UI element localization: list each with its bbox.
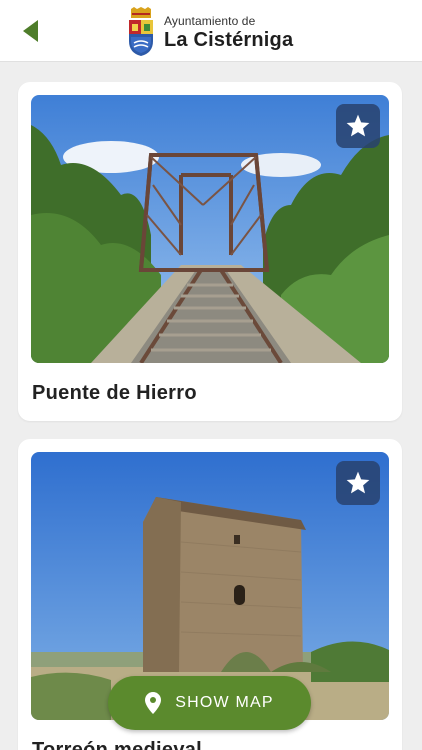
star-icon (346, 114, 370, 137)
map-pin-icon (145, 692, 162, 714)
show-map-button[interactable]: SHOW MAP (108, 676, 311, 730)
brand-subtitle: Ayuntamiento de (164, 13, 256, 28)
app-header: Ayuntamiento de La Cistérniga (0, 0, 422, 62)
places-list[interactable]: Puente de Hierro Torreón medieval (0, 62, 422, 750)
town-logo: Ayuntamiento de La Cistérniga (126, 6, 293, 58)
back-arrow-icon (23, 20, 38, 42)
favorite-button[interactable] (336, 104, 380, 148)
favorite-button[interactable] (336, 461, 380, 505)
place-title: Puente de Hierro (32, 382, 197, 404)
coat-of-arms-icon (129, 7, 153, 56)
place-card[interactable]: Puente de Hierro (18, 82, 402, 421)
back-button[interactable] (14, 14, 48, 48)
show-map-label: SHOW MAP (175, 694, 274, 711)
star-icon (346, 471, 370, 494)
brand-title: La Cistérniga (164, 28, 294, 51)
place-title: Torreón medieval (32, 739, 203, 750)
place-photo (31, 95, 389, 363)
